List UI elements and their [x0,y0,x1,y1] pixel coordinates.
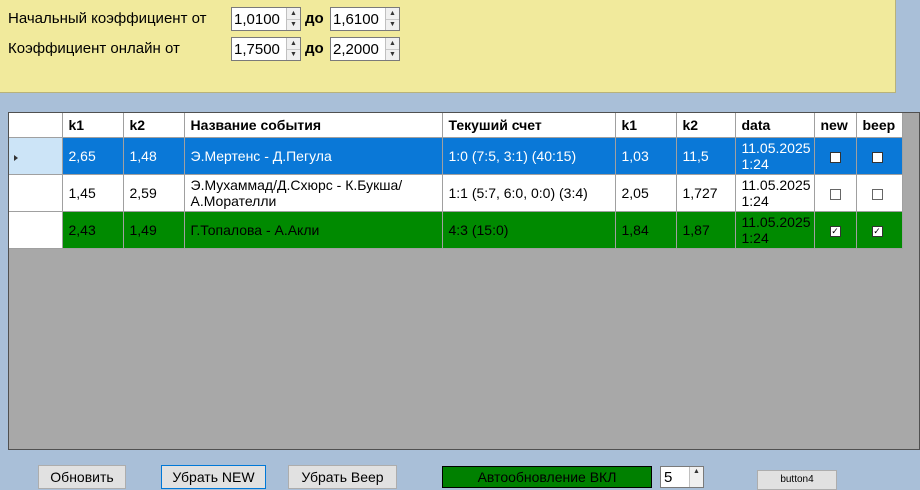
cell-k1[interactable]: 2,43 [62,211,124,249]
column-header[interactable]: Текуший счет [442,113,616,138]
initial-coef-label: Начальный коэффициент от [8,10,207,27]
row-selector[interactable] [9,211,63,249]
new-checkbox[interactable] [829,151,841,163]
button4[interactable]: button4 [757,470,837,490]
initial-from-input[interactable]: 1,0100 ▲ ▼ [231,7,301,31]
table-row[interactable]: 1,45 2,59 Э.Мухаммад/Д.Схюрс - К.Букша/А… [9,174,903,212]
beep-checkbox[interactable] [871,188,883,200]
cell-event[interactable]: Э.Мухаммад/Д.Схюрс - К.Букша/А.Морателли [184,174,443,212]
remove-beep-button[interactable]: Убрать Beep [288,465,397,489]
cell-beep[interactable] [856,137,903,175]
cell-event[interactable]: Г.Топалова - А.Акли [184,211,443,249]
initial-from-spinner[interactable]: ▲ ▼ [286,8,300,30]
initial-to-input[interactable]: 1,6100 ▲ ▼ [330,7,400,31]
cell-date[interactable]: 11.05.2025 1:24 [735,211,815,249]
column-header[interactable]: new [814,113,857,138]
cell-new[interactable] [814,174,857,212]
column-header[interactable]: Название события [184,113,443,138]
cell-k2[interactable]: 1,48 [123,137,185,175]
column-header[interactable]: k2 [676,113,736,138]
column-header[interactable]: k1 [615,113,677,138]
cell-beep[interactable] [856,174,903,212]
cell-event[interactable]: Э.Мертенс - Д.Пегула [184,137,443,175]
filter-panel: Начальный коэффициент от 1,0100 ▲ ▼ до 1… [0,0,896,93]
interval-value: 5 [664,469,673,486]
cell-score[interactable]: 1:0 (7:5, 3:1) (40:15) [442,137,616,175]
cell-k1[interactable]: 2,65 [62,137,124,175]
beep-checkbox[interactable]: ✓ [871,225,883,237]
cell-score[interactable]: 1:1 (5:7, 6:0, 0:0) (3:4) [442,174,616,212]
cell-k1[interactable]: 1,45 [62,174,124,212]
spin-up-icon[interactable]: ▲ [690,467,703,477]
cell-k1-online[interactable]: 1,03 [615,137,677,175]
online-from-value: 1,7500 [234,41,280,58]
events-table: k1 k2 Название события Текуший счет k1 k… [9,113,903,249]
current-row-arrow-icon [14,155,18,161]
cell-score[interactable]: 4:3 (15:0) [442,211,616,249]
online-to-spinner[interactable]: ▲ ▼ [385,38,399,60]
cell-date[interactable]: 11.05.2025 1:24 [735,137,815,175]
cell-new[interactable]: ✓ [814,211,857,249]
online-from-input[interactable]: 1,7500 ▲ ▼ [231,37,301,61]
header-row: k1 k2 Название события Текуший счет k1 k… [9,113,903,138]
initial-from-value: 1,0100 [234,11,280,28]
column-header[interactable]: data [735,113,815,138]
online-to-value: 2,2000 [333,41,379,58]
online-to-label: до [305,40,324,57]
cell-new[interactable] [814,137,857,175]
row-selector[interactable] [9,174,63,212]
row-selector-header[interactable] [9,113,63,138]
cell-k2-online[interactable]: 11,5 [676,137,736,175]
row-selector[interactable] [9,137,63,175]
initial-to-spinner[interactable]: ▲ ▼ [385,8,399,30]
online-from-spinner[interactable]: ▲ ▼ [286,38,300,60]
cell-k2[interactable]: 2,59 [123,174,185,212]
online-to-input[interactable]: 2,2000 ▲ ▼ [330,37,400,61]
cell-k1-online[interactable]: 2,05 [615,174,677,212]
spin-down-icon[interactable]: ▼ [386,49,399,60]
spin-down-icon[interactable]: ▼ [386,19,399,30]
cell-k2-online[interactable]: 1,727 [676,174,736,212]
events-grid[interactable]: k1 k2 Название события Текуший счет k1 k… [8,112,920,450]
spin-down-icon[interactable]: ▼ [287,19,300,30]
cell-k2-online[interactable]: 1,87 [676,211,736,249]
refresh-button[interactable]: Обновить [38,465,126,489]
table-row[interactable]: 2,43 1,49 Г.Топалова - А.Акли 4:3 (15:0)… [9,211,903,249]
table-row[interactable]: 2,65 1,48 Э.Мертенс - Д.Пегула 1:0 (7:5,… [9,137,903,175]
column-header[interactable]: k2 [123,113,185,138]
column-header[interactable]: beep [856,113,903,138]
cell-beep[interactable]: ✓ [856,211,903,249]
initial-to-label: до [305,10,324,27]
cell-date[interactable]: 11.05.2025 1:24 [735,174,815,212]
cell-k2[interactable]: 1,49 [123,211,185,249]
spin-down-icon[interactable]: ▼ [287,49,300,60]
column-header[interactable]: k1 [62,113,124,138]
beep-checkbox[interactable] [871,151,883,163]
interval-spinner[interactable]: ▲ [689,467,703,487]
cell-k1-online[interactable]: 1,84 [615,211,677,249]
online-coef-label: Коэффициент онлайн от [8,40,180,57]
new-checkbox[interactable] [829,188,841,200]
initial-to-value: 1,6100 [333,11,379,28]
remove-new-button[interactable]: Убрать NEW [161,465,266,489]
new-checkbox[interactable]: ✓ [829,225,841,237]
